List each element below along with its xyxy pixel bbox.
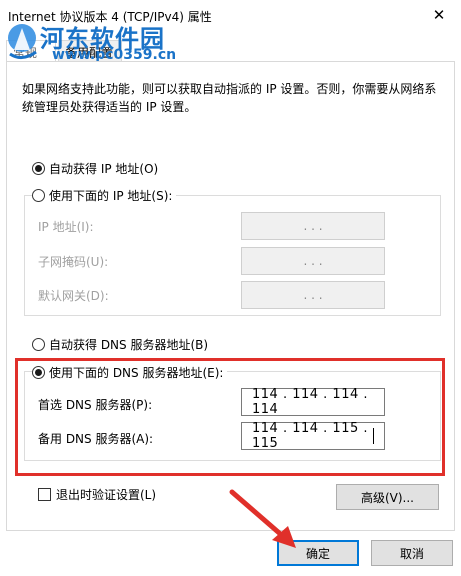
subnet-mask-label: 子网掩码(U): [38, 255, 109, 269]
cancel-button[interactable]: 取消 [371, 540, 453, 566]
validate-checkbox-box[interactable] [38, 488, 51, 501]
radio-manual-ip-label: 使用下面的 IP 地址(S): [49, 189, 173, 203]
radio-auto-dns[interactable]: 自动获得 DNS 服务器地址(B) [32, 336, 208, 353]
validate-on-exit-checkbox[interactable]: 退出时验证设置(L) [38, 486, 156, 503]
default-gateway-label: 默认网关(D): [38, 289, 109, 303]
ok-button[interactable]: 确定 [277, 540, 359, 566]
ip-address-input[interactable]: . . . [241, 212, 385, 240]
validate-checkbox-label: 退出时验证设置(L) [56, 488, 157, 502]
radio-auto-dns-indicator[interactable] [32, 338, 45, 351]
radio-auto-ip-indicator[interactable] [32, 162, 45, 175]
ip-address-label: IP 地址(I): [38, 220, 94, 234]
radio-manual-ip[interactable]: 使用下面的 IP 地址(S): [32, 187, 177, 204]
radio-auto-dns-label: 自动获得 DNS 服务器地址(B) [49, 338, 209, 352]
close-icon[interactable]: ✕ [417, 0, 461, 30]
default-gateway-input[interactable]: . . . [241, 281, 385, 309]
subnet-mask-input[interactable]: . . . [241, 247, 385, 275]
dns-highlight-box [15, 358, 445, 476]
description-text: 如果网络支持此功能，则可以获取自动指派的 IP 设置。否则，你需要从网络系统管理… [22, 82, 437, 114]
radio-auto-ip-label: 自动获得 IP 地址(O) [49, 162, 159, 176]
radio-manual-ip-indicator[interactable] [32, 189, 45, 202]
radio-auto-ip[interactable]: 自动获得 IP 地址(O) [32, 160, 158, 177]
watermark-emblem-icon [8, 24, 37, 59]
advanced-button[interactable]: 高级(V)... [336, 484, 439, 510]
